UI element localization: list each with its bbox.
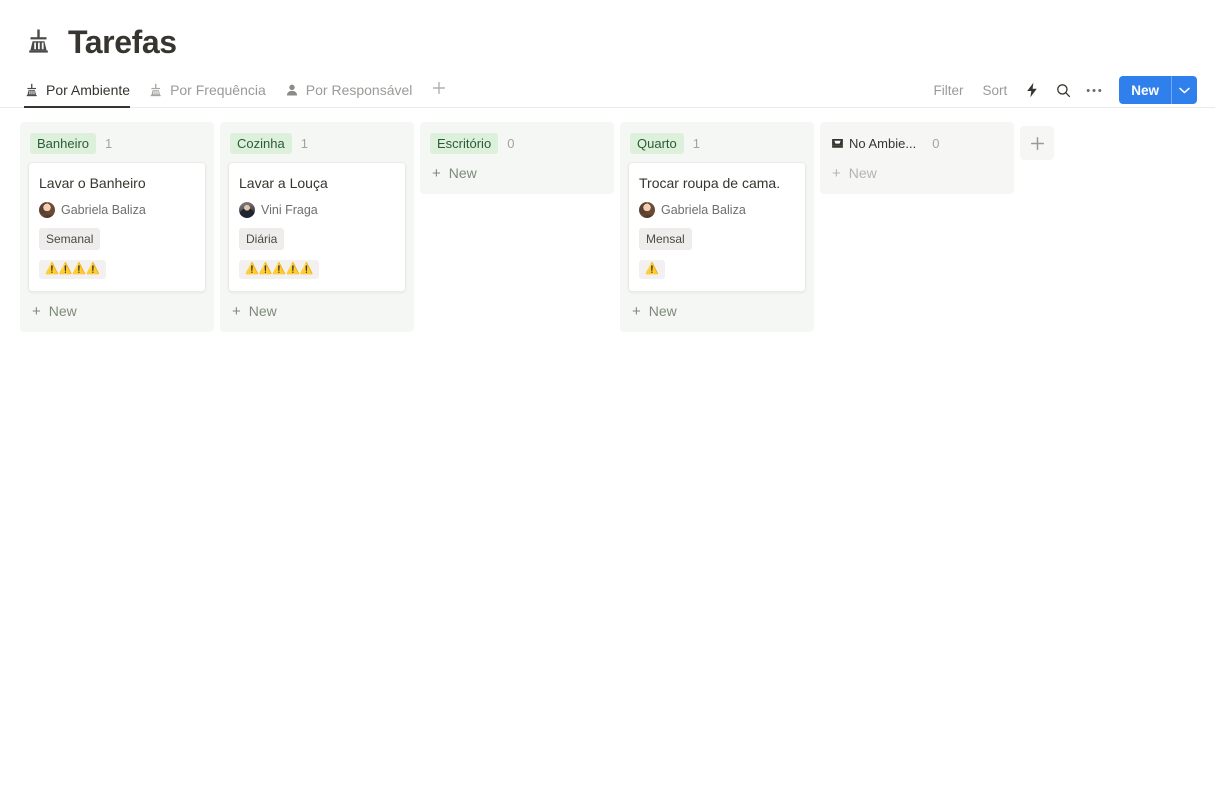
tab-por-responsavel[interactable]: Por Responsável <box>275 73 422 107</box>
column-header[interactable]: Banheiro 1 <box>28 132 206 154</box>
broom-icon <box>148 82 164 98</box>
sort-button[interactable]: Sort <box>974 78 1015 103</box>
board-column-cozinha[interactable]: Cozinha 1 Lavar a Louça Vini Fraga Diári… <box>220 122 414 333</box>
inbox-icon <box>830 136 844 150</box>
card-assignee: Gabriela Baliza <box>39 202 195 219</box>
column-count: 0 <box>932 135 940 151</box>
card-frequency-tag: Diária <box>239 228 285 251</box>
column-header[interactable]: Escritório 0 <box>428 132 606 154</box>
column-count: 1 <box>692 135 700 151</box>
new-card-label: New <box>448 165 477 181</box>
card-title: Lavar o Banheiro <box>39 175 146 191</box>
plus-icon <box>1030 136 1044 150</box>
plus-icon: + <box>632 302 641 320</box>
board-column-escritorio[interactable]: Escritório 0 + New <box>420 122 614 194</box>
tab-por-ambiente[interactable]: Por Ambiente <box>24 73 139 108</box>
card-priority-emojis: ⚠️⚠️⚠️⚠️ <box>39 260 106 280</box>
assignee-name: Vini Fraga <box>261 203 318 218</box>
tab-por-frequencia[interactable]: Por Frequência <box>139 73 275 107</box>
card-assignee: Gabriela Baliza <box>639 202 795 219</box>
card-priority-emojis: ⚠️ <box>639 260 665 280</box>
card-assignee: Vini Fraga <box>239 202 395 219</box>
assignee-name: Gabriela Baliza <box>661 203 746 218</box>
column-new-card-button[interactable]: + New <box>828 162 1006 182</box>
board-toolbar: Filter Sort New <box>925 76 1197 104</box>
column-count: 1 <box>105 135 113 151</box>
column-header[interactable]: Quarto 1 <box>628 132 806 154</box>
tab-label: Por Ambiente <box>46 82 131 98</box>
assignee-name: Gabriela Baliza <box>61 203 146 218</box>
board-card[interactable]: Trocar roupa de cama. Gabriela Baliza Me… <box>628 162 806 293</box>
column-new-card-button[interactable]: + New <box>628 300 806 320</box>
tab-label: Por Responsável <box>305 82 413 98</box>
broom-icon <box>24 82 40 98</box>
add-column-button[interactable] <box>1020 126 1054 160</box>
card-title: Trocar roupa de cama. <box>639 175 781 191</box>
board-page: Tarefas Por Ambiente Por Frequência Por … <box>0 0 1215 794</box>
column-new-card-button[interactable]: + New <box>228 300 406 320</box>
page-title: Tarefas <box>68 24 177 60</box>
column-name-label: No Ambie... <box>849 135 917 151</box>
board-column-banheiro[interactable]: Banheiro 1 Lavar o Banheiro Gabriela Bal… <box>20 122 214 333</box>
new-button[interactable]: New <box>1119 76 1197 104</box>
column-name-chip: No Ambie... <box>830 132 923 154</box>
plus-icon: + <box>32 302 41 320</box>
card-frequency-tag: Mensal <box>639 228 692 251</box>
column-count: 0 <box>507 135 515 151</box>
new-card-label: New <box>48 303 77 320</box>
avatar <box>239 202 255 219</box>
filter-button[interactable]: Filter <box>925 78 971 103</box>
board-column-no-ambiente[interactable]: No Ambie... 0 + New <box>820 122 1014 194</box>
view-tabs: Por Ambiente Por Frequência Por Responsá… <box>24 73 451 108</box>
new-button-label: New <box>1131 82 1159 98</box>
new-card-label: New <box>848 165 877 181</box>
kanban-board: Banheiro 1 Lavar o Banheiro Gabriela Bal… <box>0 108 1215 333</box>
broom-icon <box>24 25 54 59</box>
card-priority-emojis: ⚠️⚠️⚠️⚠️⚠️ <box>239 260 320 280</box>
card-title: Lavar a Louça <box>239 175 328 191</box>
new-card-label: New <box>648 303 677 320</box>
plus-icon <box>433 81 446 95</box>
card-frequency-tag: Semanal <box>39 228 101 251</box>
board-card[interactable]: Lavar o Banheiro Gabriela Baliza Semanal… <box>28 162 206 293</box>
column-name-chip: Quarto <box>630 132 684 154</box>
board-card[interactable]: Lavar a Louça Vini Fraga Diária ⚠️⚠️⚠️⚠️… <box>228 162 406 293</box>
lightning-icon[interactable] <box>1018 76 1046 104</box>
column-header[interactable]: No Ambie... 0 <box>828 132 1006 154</box>
ellipsis-icon[interactable] <box>1080 76 1108 104</box>
plus-icon: + <box>232 302 241 320</box>
plus-icon: + <box>432 164 441 182</box>
column-name-chip: Banheiro <box>30 132 97 154</box>
column-header[interactable]: Cozinha 1 <box>228 132 406 154</box>
avatar <box>639 202 655 219</box>
plus-icon: + <box>832 164 841 182</box>
avatar <box>39 202 55 219</box>
column-name-chip: Escritório <box>430 132 499 154</box>
search-icon[interactable] <box>1049 76 1077 104</box>
new-card-label: New <box>248 303 277 320</box>
chevron-down-icon[interactable] <box>1171 76 1197 104</box>
board-column-quarto[interactable]: Quarto 1 Trocar roupa de cama. Gabriela … <box>620 122 814 333</box>
page-header: Tarefas <box>0 0 1215 60</box>
person-icon <box>284 82 300 98</box>
column-new-card-button[interactable]: + New <box>428 162 606 182</box>
view-tabbar: Por Ambiente Por Frequência Por Responsá… <box>0 74 1215 108</box>
tab-label: Por Frequência <box>170 82 266 98</box>
add-view-button[interactable] <box>427 76 451 100</box>
column-new-card-button[interactable]: + New <box>28 300 206 320</box>
column-name-chip: Cozinha <box>230 132 292 154</box>
column-count: 1 <box>300 135 308 151</box>
